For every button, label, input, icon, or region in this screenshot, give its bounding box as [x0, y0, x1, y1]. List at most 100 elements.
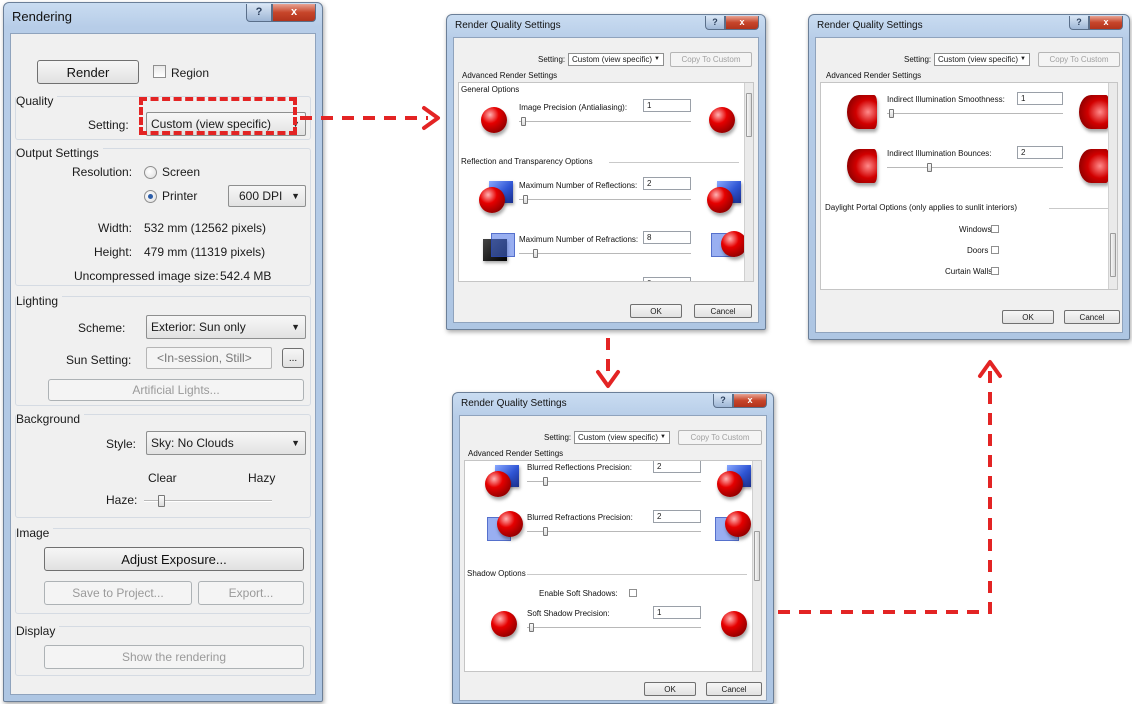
smoothness-label: Indirect Illumination Smoothness: — [887, 95, 1005, 104]
bounces-input[interactable]: 2 — [1017, 146, 1063, 159]
blur-reflect-slider-thumb[interactable] — [543, 477, 548, 486]
region-checkbox[interactable] — [153, 65, 166, 78]
save-to-project-button[interactable]: Save to Project... — [44, 581, 192, 605]
close-button[interactable]: x — [1089, 16, 1123, 30]
bounces-slider[interactable] — [887, 163, 1063, 173]
image-title: Image — [16, 526, 54, 540]
background-group: Background Style: Sky: No Clouds ▼ Clear… — [15, 412, 311, 518]
arrowhead-up — [978, 360, 1002, 378]
help-button[interactable]: ? — [705, 16, 725, 30]
screen-radio[interactable] — [144, 166, 157, 179]
dialog2-scrollbar-thumb[interactable] — [1110, 233, 1116, 277]
soft-shadow-low-preview — [491, 611, 517, 637]
separator — [527, 574, 747, 575]
max-reflections-input[interactable]: 2 — [643, 177, 691, 190]
cancel-button[interactable]: Cancel — [706, 682, 762, 696]
quality-title: Quality — [16, 94, 58, 108]
style-value: Sky: No Clouds — [151, 436, 234, 450]
dialog3-scrollbar[interactable] — [752, 461, 761, 671]
ok-button[interactable]: OK — [630, 304, 682, 318]
smoothness-slider-thumb[interactable] — [889, 109, 894, 118]
reflections-slider[interactable] — [519, 195, 691, 205]
chevron-down-icon: ▼ — [291, 191, 300, 201]
blur-refract-slider-thumb[interactable] — [543, 527, 548, 536]
advanced-render-label: Advanced Render Settings — [468, 449, 564, 458]
soft-precision-slider[interactable] — [527, 623, 701, 633]
artificial-lights-button[interactable]: Artificial Lights... — [48, 379, 304, 401]
curtain-walls-checkbox[interactable] — [991, 267, 999, 275]
setting-value: Custom (view specific) — [578, 433, 659, 442]
help-button[interactable]: ? — [246, 4, 272, 22]
copy-to-custom-button[interactable]: Copy To Custom — [1038, 52, 1120, 67]
soft-precision-input[interactable]: 1 — [653, 606, 701, 619]
separator — [1049, 208, 1109, 209]
render-quality-dialog-daylight: Render Quality Settings ? x Setting: Cus… — [808, 14, 1130, 340]
dpi-dropdown[interactable]: 600 DPI ▼ — [228, 185, 306, 207]
ok-button[interactable]: OK — [1002, 310, 1054, 324]
smoothness-slider[interactable] — [887, 109, 1063, 119]
precision-slider[interactable] — [519, 117, 691, 127]
dialog2-client: Setting: Custom (view specific) ▼ Copy To… — [815, 37, 1123, 333]
setting-dropdown[interactable]: Custom (view specific) ▼ — [574, 431, 670, 444]
setting-dropdown[interactable]: Custom (view specific) ▼ — [568, 53, 664, 66]
blur-refract-input[interactable]: 2 — [653, 510, 701, 523]
dialog1-scrollbar[interactable] — [744, 83, 753, 281]
printer-radio[interactable] — [144, 190, 157, 203]
blur-reflect-slider[interactable] — [527, 477, 701, 487]
max-reflections-label: Maximum Number of Reflections: — [519, 181, 638, 190]
enable-soft-shadows-checkbox[interactable] — [629, 589, 637, 597]
window-controls: ? x — [246, 4, 316, 22]
max-refractions-input[interactable]: 8 — [643, 231, 691, 244]
copy-to-custom-button[interactable]: Copy To Custom — [670, 52, 752, 67]
copy-to-custom-button[interactable]: Copy To Custom — [678, 430, 762, 445]
quality-highlight-box — [139, 97, 297, 135]
cancel-button[interactable]: Cancel — [1064, 310, 1120, 324]
image-group: Image Adjust Exposure... Save to Project… — [15, 526, 311, 614]
cancel-button[interactable]: Cancel — [694, 304, 752, 318]
height-value: 479 mm (11319 pixels) — [144, 245, 266, 259]
close-button[interactable]: x — [272, 4, 316, 22]
dialog2-scrollbar[interactable] — [1108, 83, 1117, 289]
smoothness-input[interactable]: 1 — [1017, 92, 1063, 105]
close-button[interactable]: x — [733, 394, 767, 408]
haze-slider[interactable] — [144, 495, 272, 507]
help-button[interactable]: ? — [1069, 16, 1089, 30]
windows-label: Windows — [959, 225, 992, 234]
soft-shadow-high-preview — [721, 611, 747, 637]
reflection-section-label: Reflection and Transparency Options — [461, 157, 593, 166]
reflections-slider-thumb[interactable] — [523, 195, 528, 204]
chevron-down-icon: ▼ — [660, 434, 666, 440]
precision-input[interactable]: 1 — [643, 99, 691, 112]
scheme-dropdown[interactable]: Exterior: Sun only ▼ — [146, 315, 306, 339]
height-label: Height: — [94, 245, 133, 259]
blur-reflect-label: Blurred Reflections Precision: — [527, 463, 632, 472]
rendering-titlebar: Rendering ? x — [4, 3, 322, 29]
arrowhead-right — [422, 106, 440, 130]
close-button[interactable]: x — [725, 16, 759, 30]
refractions-slider-thumb[interactable] — [533, 249, 538, 258]
bounces-high-preview — [1079, 149, 1109, 183]
dialog1-scrollbar-thumb[interactable] — [746, 93, 752, 137]
blur-reflect-input[interactable]: 2 — [653, 461, 701, 473]
dialog3-scrollbar-thumb[interactable] — [754, 531, 760, 581]
adjust-exposure-button[interactable]: Adjust Exposure... — [44, 547, 304, 571]
blur-reflect-high-ball — [717, 471, 743, 497]
style-dropdown[interactable]: Sky: No Clouds ▼ — [146, 431, 306, 455]
help-button[interactable]: ? — [713, 394, 733, 408]
soft-precision-slider-thumb[interactable] — [529, 623, 534, 632]
ok-button[interactable]: OK — [644, 682, 696, 696]
smoothness-low-preview — [847, 95, 877, 129]
smoothness-slider-track — [887, 113, 1063, 115]
haze-slider-thumb[interactable] — [158, 495, 165, 507]
windows-checkbox[interactable] — [991, 225, 999, 233]
refractions-slider[interactable] — [519, 249, 691, 259]
show-rendering-button[interactable]: Show the rendering — [44, 645, 304, 669]
blur-refract-slider[interactable] — [527, 527, 701, 537]
export-button[interactable]: Export... — [198, 581, 304, 605]
setting-dropdown[interactable]: Custom (view specific) ▼ — [934, 53, 1030, 66]
precision-slider-thumb[interactable] — [521, 117, 526, 126]
doors-checkbox[interactable] — [991, 246, 999, 254]
bounces-slider-thumb[interactable] — [927, 163, 932, 172]
sun-setting-browse-button[interactable]: ... — [282, 348, 304, 368]
render-button[interactable]: Render — [37, 60, 139, 84]
